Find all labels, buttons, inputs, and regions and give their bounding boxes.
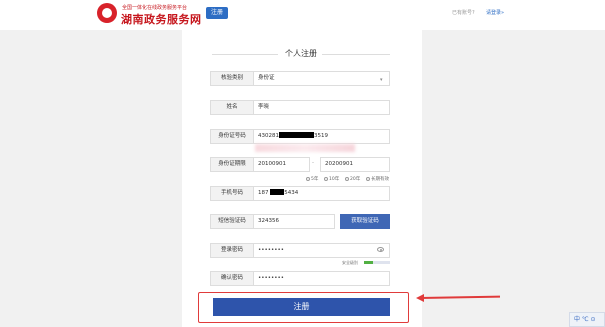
brand-title[interactable]: 湖南政务服务网 — [121, 11, 202, 27]
form-title: 个人注册 — [285, 49, 317, 58]
id-period-label: 身份证期限 — [210, 157, 254, 172]
name-label: 姓名 — [210, 100, 254, 115]
phone-label: 手机号码 — [210, 186, 254, 201]
id-period-start-input[interactable]: 20100901 — [253, 157, 310, 172]
phone-prefix: 187 — [258, 190, 269, 196]
name-input[interactable]: 李晓 — [253, 100, 390, 115]
period-separator: - — [312, 160, 314, 166]
id-period-end-input[interactable]: 20200901 — [320, 157, 390, 172]
sms-code-input[interactable]: 324356 — [253, 214, 335, 229]
title-divider-right — [322, 54, 390, 55]
register-badge: 注册 — [206, 7, 228, 19]
confirm-password-label: 确认密码 — [210, 271, 254, 286]
redaction-mask — [279, 132, 314, 138]
strength-meter-fill — [364, 261, 374, 264]
radio-icon — [345, 176, 349, 181]
period-option-long[interactable]: 长期有效 — [366, 176, 389, 182]
chevron-down-icon[interactable]: ▾ — [380, 77, 383, 83]
radio-icon — [366, 176, 370, 181]
highlight-box — [198, 292, 409, 323]
login-link[interactable]: 请登录» — [486, 9, 504, 16]
account-prompt: 已有账号? — [452, 10, 475, 16]
verify-type-label: 核验类别 — [210, 71, 254, 86]
sms-code-label: 短信验证码 — [210, 214, 254, 229]
strength-meter — [364, 261, 390, 264]
phone-suffix: 5434 — [284, 190, 299, 196]
get-sms-code-button[interactable]: 获取验证码 — [340, 214, 390, 229]
id-number-suffix: 3519 — [314, 133, 328, 139]
top-header: 全国一体化在线政务服务平台 湖南政务服务网 注册 已有账号? 请登录» — [0, 0, 605, 30]
id-number-prefix: 430281 — [258, 133, 279, 139]
password-input[interactable]: •••••••• — [253, 243, 390, 258]
arrow-left-icon — [416, 294, 424, 302]
password-label: 登录密码 — [210, 243, 254, 258]
id-number-input[interactable]: 430281 3519 — [253, 129, 390, 144]
redaction-mask — [270, 189, 285, 195]
radio-icon — [324, 176, 328, 181]
input-method-widget[interactable]: 中 ℃ ⊙ — [569, 312, 605, 327]
period-option-10y[interactable]: 10年 — [324, 176, 339, 182]
id-number-label: 身份证号码 — [210, 129, 254, 144]
brand-subtitle: 全国一体化在线政务服务平台 — [122, 5, 188, 11]
blurred-hint — [255, 144, 355, 152]
radio-icon — [306, 176, 310, 181]
name-value: 李晓 — [258, 104, 270, 110]
phone-input[interactable]: 187 5434 — [253, 186, 390, 201]
eye-icon[interactable] — [377, 247, 384, 252]
period-option-20y[interactable]: 20年 — [345, 176, 360, 182]
period-option-5y[interactable]: 5年 — [306, 176, 318, 182]
strength-label: 安全级别 — [342, 260, 358, 265]
annotation-arrow-line — [419, 295, 501, 299]
verify-type-select[interactable]: 身份证 — [253, 71, 390, 86]
site-logo-icon[interactable] — [97, 3, 117, 23]
title-divider-left — [212, 54, 278, 55]
confirm-password-input[interactable]: •••••••• — [253, 271, 390, 286]
